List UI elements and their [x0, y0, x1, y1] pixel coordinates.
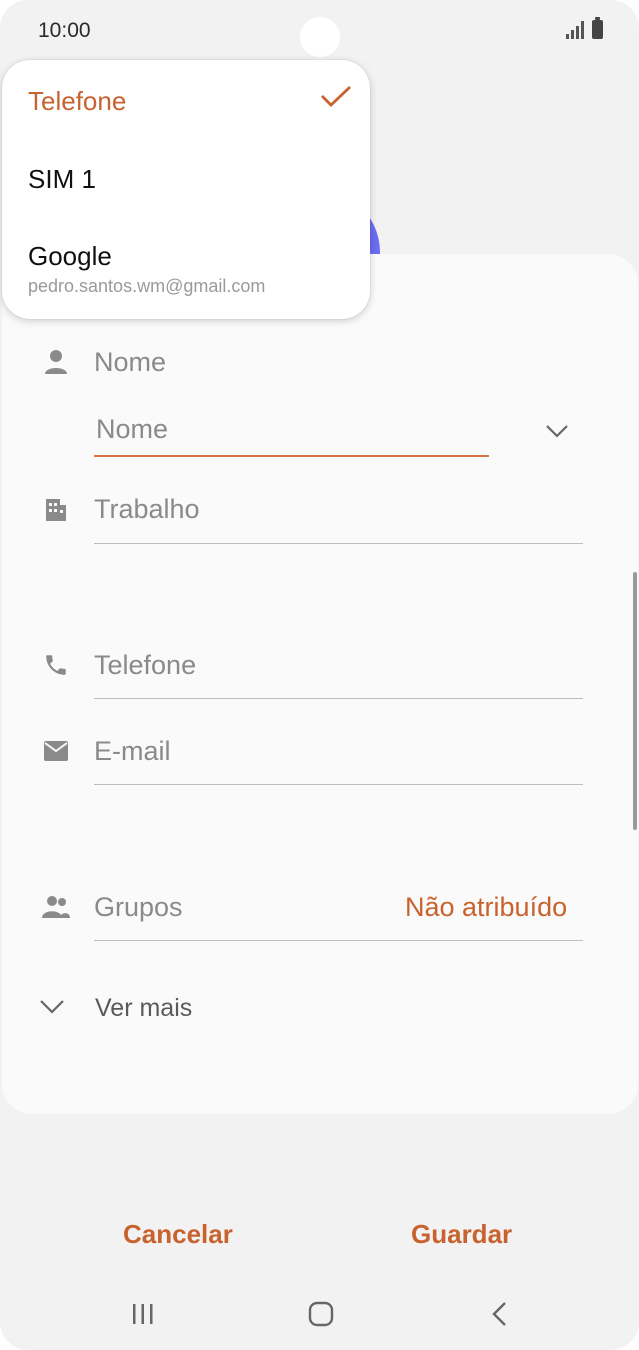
home-icon[interactable] [307, 1300, 335, 1333]
status-time: 10:00 [38, 19, 91, 42]
menu-item-google[interactable]: Google [28, 241, 112, 272]
email-icon [41, 736, 71, 766]
battery-icon [592, 17, 603, 39]
groups-label: Grupos [94, 892, 183, 922]
building-icon [41, 495, 71, 525]
back-icon[interactable] [489, 1301, 509, 1332]
status-icons [566, 17, 603, 39]
menu-item-telefone[interactable]: Telefone [28, 86, 126, 117]
storage-location-menu: Telefone SIM 1 Google pedro.santos.wm@gm… [2, 60, 370, 319]
see-more-button[interactable]: Ver mais [95, 994, 192, 1023]
phone-field[interactable]: Telefone [94, 650, 196, 681]
groups-underline [94, 940, 583, 941]
menu-item-sim1[interactable]: SIM 1 [28, 164, 96, 195]
name-input-underline [94, 455, 489, 457]
name-input[interactable]: Nome [96, 414, 168, 445]
person-icon [41, 347, 71, 377]
chevron-down-icon[interactable] [37, 992, 67, 1022]
menu-item-google-account: pedro.santos.wm@gmail.com [28, 276, 266, 296]
groups-icon [41, 892, 71, 922]
work-underline [94, 543, 583, 544]
email-field[interactable]: E-mail [94, 736, 171, 767]
scroll-indicator[interactable] [633, 572, 637, 830]
check-icon [320, 84, 352, 113]
phone-underline [94, 698, 583, 699]
recent-apps-icon[interactable] [131, 1302, 155, 1331]
contact-form-card [2, 254, 638, 1114]
phone-icon [41, 650, 71, 680]
front-camera-cutout [300, 17, 340, 57]
chevron-down-icon[interactable] [542, 416, 572, 446]
contact-editor-screen: 10:00 Nome Nome Trabalho Telefone E-mail… [0, 0, 639, 1350]
cancel-button[interactable]: Cancelar [123, 1219, 233, 1250]
work-field[interactable]: Trabalho [94, 494, 200, 525]
groups-value[interactable]: Não atribuído [405, 892, 567, 923]
signal-icon [566, 21, 584, 39]
save-button[interactable]: Guardar [411, 1219, 512, 1250]
email-underline [94, 784, 583, 785]
name-label: Nome [94, 347, 167, 377]
